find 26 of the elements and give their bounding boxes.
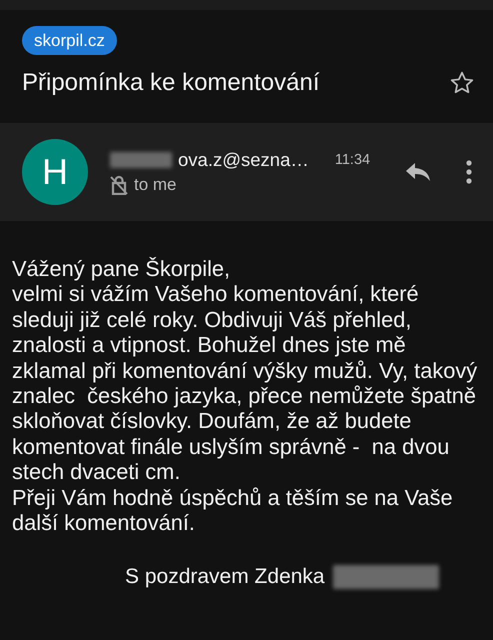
email-subject: Připomínka ke komentování <box>22 69 320 97</box>
signature-text: S pozdravem Zdenka <box>125 565 325 590</box>
sender-address: ova.z@sezna… <box>178 149 309 171</box>
body-text-line: znalosti a vtipnost. Bohužel dnes jste mě <box>12 332 407 358</box>
more-icon <box>465 160 473 184</box>
recipient-text: to me <box>134 175 177 195</box>
body-text-line: komentovat finále uslyším správně - na dvou <box>12 434 450 460</box>
email-time: 11:34 <box>334 152 370 168</box>
body-text-line: skloňovat číslovky. Doufám, že až budete <box>12 408 412 434</box>
body-text-line: Přeji Vám hodně úspěchů a těším se na Vaše <box>12 484 454 510</box>
body-text-line: další komentování. <box>12 510 196 536</box>
reply-icon <box>405 162 431 182</box>
redaction-blur <box>110 152 172 168</box>
label-chip[interactable]: skorpil.cz <box>22 26 117 55</box>
more-button[interactable] <box>465 160 473 184</box>
body-text-line: velmi si vážím Vašeho komentování, které <box>12 281 420 307</box>
body-text-line: stech dvaceti cm. <box>12 459 182 485</box>
star-button[interactable] <box>449 70 475 96</box>
reply-button[interactable] <box>405 162 431 182</box>
star-icon <box>449 70 475 96</box>
lock-icon <box>110 175 128 195</box>
body-text-line: zklamal při komentování výšky mužů. Vy, takový <box>12 358 478 384</box>
body-text-line: znalec českého jazyka, přece nemůžete špatně <box>12 383 478 408</box>
body-text-line: sleduji již celé roky. Obdivuji Váš přehled, <box>12 306 412 332</box>
avatar: H <box>22 139 88 205</box>
body-text-line: Vážený pane Škorpile, <box>12 256 232 282</box>
